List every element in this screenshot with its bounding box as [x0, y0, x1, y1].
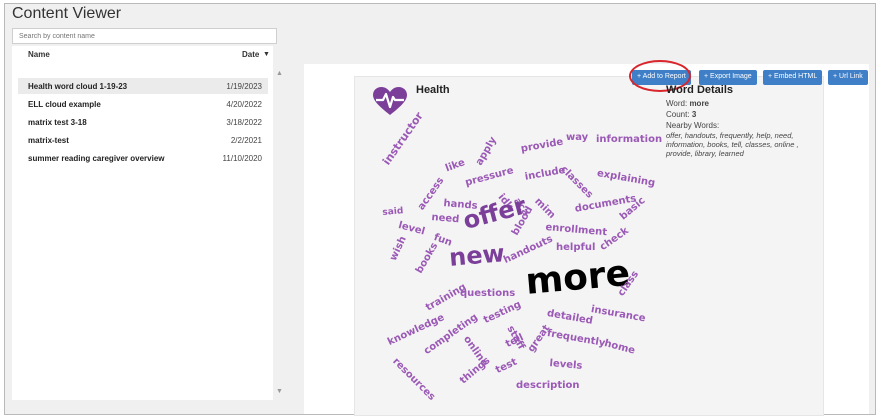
nearby-words: offer, handouts, frequently, help, need,…	[666, 131, 799, 158]
word-details-panel: Word Details Word: more Count: 3 Nearby …	[666, 84, 826, 158]
list-item[interactable]: matrix test 3-18 3/18/2022	[18, 114, 268, 130]
cloud-word[interactable]: helpful	[556, 242, 595, 253]
count-label: Count:	[666, 110, 690, 119]
list-item-name: Health word cloud 1-19-23	[28, 82, 128, 91]
url-link-button[interactable]: + Url Link	[828, 70, 868, 85]
list-item-name: summer reading caregiver overview	[28, 154, 165, 163]
word-label: Word:	[666, 99, 688, 108]
list-item-date: 3/18/2022	[226, 118, 262, 127]
list-item[interactable]: Health word cloud 1-19-23 1/19/2023	[18, 78, 268, 94]
list-item-date: 11/10/2020	[222, 154, 262, 163]
scroll-up-icon[interactable]: ▲	[276, 70, 283, 77]
search-input[interactable]	[12, 28, 277, 44]
cloud-word[interactable]: need	[431, 212, 460, 225]
list-item-date: 1/19/2023	[226, 82, 262, 91]
word-value: more	[689, 99, 709, 108]
list-item-date: 4/20/2022	[226, 100, 262, 109]
cloud-title: Health	[416, 84, 450, 96]
list-item[interactable]: summer reading caregiver overview 11/10/…	[18, 150, 268, 166]
cloud-word[interactable]: description	[516, 380, 580, 391]
cloud-word[interactable]: said	[382, 206, 404, 218]
list-item-date: 2/2/2021	[230, 136, 262, 145]
heart-pulse-icon	[373, 87, 407, 115]
cloud-word[interactable]: information	[596, 134, 662, 145]
list-item-name: ELL cloud example	[28, 100, 101, 109]
list-item-name: matrix test 3-18	[28, 118, 87, 127]
date-column-header[interactable]: Date	[242, 50, 259, 59]
nearby-words-label: Nearby Words:	[666, 121, 720, 130]
list-item[interactable]: matrix-test 2/2/2021	[18, 132, 268, 148]
count-value: 3	[691, 110, 697, 119]
cloud-word[interactable]: new	[448, 239, 506, 272]
cloud-word[interactable]: way	[566, 132, 588, 143]
export-image-button[interactable]: + Export Image	[699, 70, 757, 85]
caret-down-icon[interactable]: ▼	[263, 51, 270, 58]
page-title: Content Viewer	[12, 5, 122, 22]
name-column-header[interactable]: Name	[28, 50, 50, 59]
embed-html-button[interactable]: + Embed HTML	[763, 70, 823, 85]
list-item-name: matrix-test	[28, 136, 69, 145]
cloud-word[interactable]: questions	[460, 288, 515, 299]
content-list: Name Date ▼ Health word cloud 1-19-23 1/…	[12, 46, 273, 400]
word-details-heading: Word Details	[666, 84, 734, 96]
list-item[interactable]: ELL cloud example 4/20/2022	[18, 96, 268, 112]
scroll-down-icon[interactable]: ▼	[276, 388, 283, 395]
